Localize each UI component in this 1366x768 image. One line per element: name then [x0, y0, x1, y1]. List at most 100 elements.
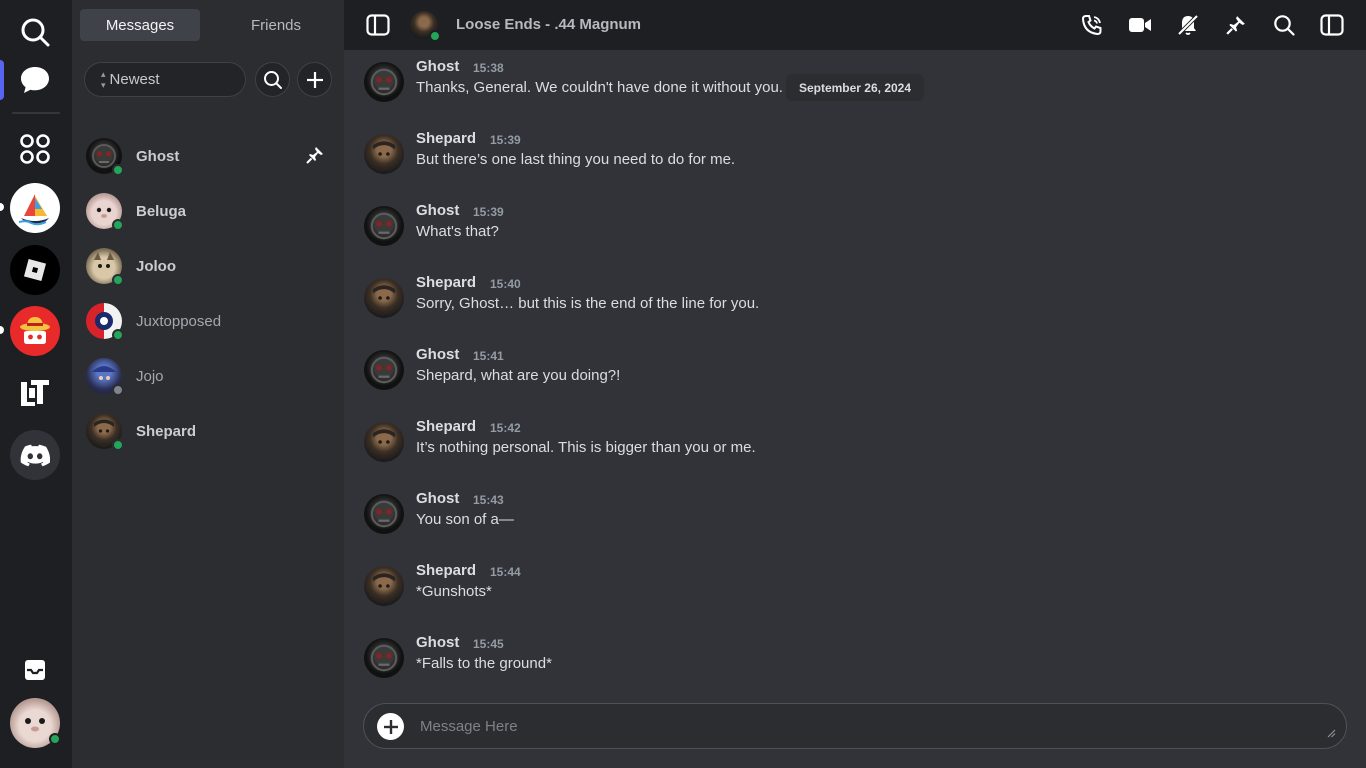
phone-icon[interactable]	[1080, 13, 1104, 37]
message-time: 15:43	[473, 493, 504, 507]
chat-header: Loose Ends - .44 Magnum	[344, 0, 1366, 50]
mute-notifications-icon[interactable]	[1176, 13, 1200, 37]
message-text: You son of a—	[416, 511, 514, 528]
strawhat-icon[interactable]	[10, 306, 60, 356]
message-time: 15:41	[473, 349, 504, 363]
sidebar-toggle-icon[interactable]	[366, 13, 390, 37]
dm-item-shepard[interactable]: Shepard	[86, 409, 336, 453]
message-text: Sorry, Ghost… but this is the end of the…	[416, 295, 760, 312]
dm-item-beluga[interactable]: Beluga	[86, 189, 336, 233]
avatar	[86, 358, 124, 396]
status-online	[429, 30, 441, 42]
apps-grid-icon[interactable]	[10, 124, 60, 174]
plus-icon	[383, 719, 398, 734]
message-time: 15:44	[490, 565, 521, 579]
status-online	[112, 164, 124, 176]
discord-icon[interactable]	[10, 430, 60, 480]
avatar	[86, 193, 124, 231]
channel-title: Loose Ends - .44 Magnum	[456, 16, 642, 33]
avatar	[86, 248, 124, 286]
search-icon	[263, 70, 282, 89]
search-icon[interactable]	[10, 7, 60, 57]
message: Ghost 15:41 Shepard, what are you doing?…	[364, 346, 1324, 392]
message: Ghost 15:43 You son of a—	[364, 490, 1324, 536]
dm-item-ghost[interactable]: Ghost	[86, 134, 336, 178]
message-time: 15:45	[473, 637, 504, 651]
dm-name: Joloo	[136, 257, 176, 275]
avatar[interactable]	[364, 350, 404, 390]
avatar[interactable]	[364, 566, 404, 606]
pin-icon[interactable]	[306, 146, 324, 169]
avatar[interactable]	[364, 62, 404, 102]
message-input[interactable]	[420, 714, 1320, 738]
avatar[interactable]	[364, 134, 404, 174]
dm-search-button[interactable]	[255, 62, 290, 97]
dm-item-juxtopposed[interactable]: Juxtopposed	[86, 299, 336, 343]
dm-name: Ghost	[136, 147, 180, 165]
lt-logo-icon[interactable]	[10, 368, 60, 418]
dm-name: Jojo	[136, 367, 164, 385]
message-composer	[363, 703, 1347, 749]
resize-grip-icon[interactable]	[1327, 725, 1336, 743]
message-text: But there’s one last thing you need to d…	[416, 151, 736, 168]
dm-item-jojo[interactable]: Jojo	[86, 354, 336, 398]
message: Ghost 15:45 *Falls to the ground*	[364, 634, 1324, 680]
avatar[interactable]	[364, 278, 404, 318]
message-author[interactable]: Shepard	[416, 418, 476, 435]
pin-icon[interactable]	[1224, 13, 1248, 37]
message-time: 15:42	[490, 421, 521, 435]
avatar[interactable]	[364, 638, 404, 678]
add-attachment-button[interactable]	[377, 713, 404, 740]
tab-messages[interactable]: Messages	[80, 9, 200, 41]
sailboat-icon[interactable]	[10, 183, 60, 233]
avatar[interactable]	[364, 422, 404, 462]
message: Shepard 15:40 Sorry, Ghost… but this is …	[364, 274, 1324, 320]
unread-pip	[0, 203, 4, 211]
message-text: Thanks, General. We couldn't have done i…	[416, 79, 783, 96]
avatar[interactable]	[364, 494, 404, 534]
avatar	[86, 138, 124, 176]
inbox-icon[interactable]	[10, 645, 60, 695]
status-online	[112, 329, 124, 341]
status-online	[112, 439, 124, 451]
message: Shepard 15:42 It’s nothing personal. Thi…	[364, 418, 1324, 464]
dm-sidebar: Messages Friends ▴ ▾ Newest Ghost Beluga…	[72, 0, 344, 768]
message-author[interactable]: Ghost	[416, 58, 459, 75]
sort-arrows-icon: ▴ ▾	[101, 68, 106, 90]
plus-icon	[306, 71, 323, 88]
message-author[interactable]: Ghost	[416, 634, 459, 651]
dm-name: Shepard	[136, 422, 197, 440]
message-author[interactable]: Ghost	[416, 346, 459, 363]
message: Shepard 15:39 But there’s one last thing…	[364, 130, 1324, 176]
dm-name: Beluga	[136, 202, 187, 220]
status-online	[112, 219, 124, 231]
new-dm-button[interactable]	[297, 62, 332, 97]
status-offline	[112, 384, 124, 396]
message-author[interactable]: Ghost	[416, 202, 459, 219]
panel-toggle-icon[interactable]	[1320, 13, 1344, 37]
date-divider: September 26, 2024	[786, 74, 924, 101]
server-rail	[0, 0, 72, 768]
tab-friends[interactable]: Friends	[216, 9, 336, 41]
roblox-icon[interactable]	[10, 245, 60, 295]
message: Ghost 15:39 What's that?	[364, 202, 1324, 248]
message-author[interactable]: Ghost	[416, 490, 459, 507]
sort-dropdown[interactable]: ▴ ▾ Newest	[84, 62, 246, 97]
message-author[interactable]: Shepard	[416, 274, 476, 291]
dm-item-joloo[interactable]: Joloo	[86, 244, 336, 288]
dm-name: Juxtopposed	[136, 312, 222, 330]
message-text: Shepard, what are you doing?!	[416, 367, 621, 384]
video-icon[interactable]	[1128, 13, 1152, 37]
app-window: Messages Friends ▴ ▾ Newest Ghost Beluga…	[0, 0, 1366, 768]
chat-bubble-icon[interactable]	[10, 55, 60, 105]
channel-avatar	[410, 11, 441, 42]
user-avatar[interactable]	[10, 698, 61, 748]
message-time: 15:38	[473, 61, 504, 75]
search-icon[interactable]	[1272, 13, 1296, 37]
message-author[interactable]: Shepard	[416, 562, 476, 579]
message-author[interactable]: Shepard	[416, 130, 476, 147]
message: Shepard 15:44 *Gunshots*	[364, 562, 1324, 608]
message-text: It’s nothing personal. This is bigger th…	[416, 439, 756, 456]
message-time: 15:39	[490, 133, 521, 147]
avatar[interactable]	[364, 206, 404, 246]
